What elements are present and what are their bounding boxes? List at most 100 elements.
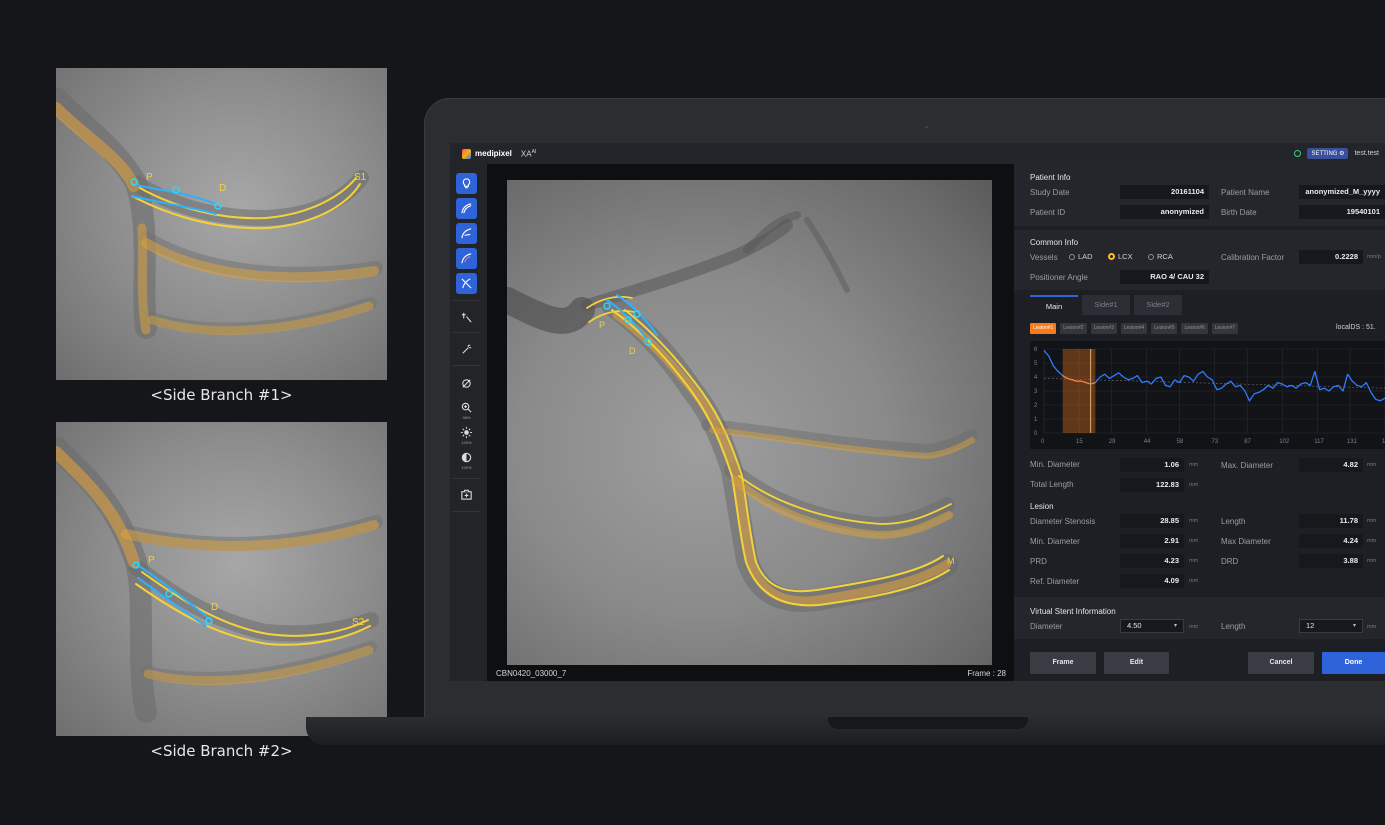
- stent-length-label: Length: [1221, 622, 1246, 631]
- chart-y-tick-label: 5: [1034, 361, 1038, 367]
- thumb1-label-p: P: [146, 172, 153, 183]
- vessel-radio-lad[interactable]: LAD: [1069, 252, 1093, 261]
- radio-icon: [1069, 253, 1075, 260]
- capture-tool[interactable]: [456, 484, 477, 505]
- tool-separator: [453, 332, 481, 333]
- viewer-label-p: P: [599, 320, 605, 330]
- chart-x-tick-label: 117: [1314, 439, 1324, 445]
- vessel-erase-tool[interactable]: [456, 273, 477, 294]
- camera-icon: ⌄: [923, 121, 930, 130]
- lesion-length-unit: mm: [1367, 518, 1377, 524]
- topbar-right: SETTING ⚙ test.test: [1294, 148, 1379, 159]
- lesion-min-diameter-label: Min. Diameter: [1030, 537, 1080, 546]
- chart-x-tick-label: 58: [1176, 439, 1183, 445]
- positioner-angle-value: RAO 4/ CAU 32: [1120, 270, 1209, 284]
- bulb-tool[interactable]: [456, 173, 477, 194]
- chart-y-tick-label: 6: [1034, 347, 1038, 353]
- patient-name-value: anonymized_M_yyyy: [1299, 185, 1385, 199]
- study-date-value: 20161104: [1120, 185, 1209, 199]
- lesion-max-diameter-unit: mm: [1367, 538, 1377, 544]
- chevron-down-icon: ▾: [1352, 623, 1356, 629]
- lesion-selector: Lesion#1 Lesion#2 Lesion#3 Lesion#4 Lesi…: [1030, 323, 1239, 334]
- prd-label: PRD: [1030, 557, 1047, 566]
- stent-length-select[interactable]: 12 ▾: [1299, 619, 1363, 633]
- max-diameter-value: 4.82: [1299, 458, 1363, 472]
- tool-separator: [453, 365, 481, 366]
- side-branch-1-caption: <Side Branch #1>: [150, 386, 293, 404]
- radio-icon: [1148, 253, 1154, 260]
- stent-length-unit: mm: [1367, 624, 1377, 630]
- stent-diameter-value: 4.50: [1127, 621, 1142, 630]
- lesion-chip-4[interactable]: Lesion#4: [1120, 323, 1148, 334]
- lesion-chip-6[interactable]: Lesion#6: [1181, 323, 1208, 334]
- total-length-unit: mm: [1189, 482, 1199, 488]
- calibration-unit: mm/p: [1367, 254, 1381, 260]
- angiogram-image[interactable]: P D M: [507, 180, 992, 665]
- angiography-viewer[interactable]: P D M CBN0420_03000_7 Frame : 28: [487, 164, 1014, 681]
- cancel-button[interactable]: Cancel: [1248, 652, 1314, 674]
- wand-tool[interactable]: [456, 339, 477, 360]
- zoom-percent: 98%: [462, 415, 471, 420]
- lesion-max-diameter-label: Max Diameter: [1221, 537, 1271, 546]
- user-name[interactable]: test.test: [1354, 150, 1379, 157]
- common-info-title: Common Info: [1030, 238, 1079, 247]
- lesion-chip-3[interactable]: Lesion#3: [1090, 323, 1117, 334]
- min-diameter-value: 1.06: [1120, 458, 1184, 472]
- zoom-icon: [461, 402, 472, 413]
- tab-side-1[interactable]: Side#1: [1082, 295, 1130, 315]
- vessel-radio-lcx[interactable]: LCX: [1108, 252, 1133, 261]
- done-button[interactable]: Done: [1322, 652, 1385, 674]
- wand-icon: [462, 344, 472, 354]
- brightness-percent: 100%: [461, 440, 472, 445]
- viewer-image-id: CBN0420_03000_7: [496, 669, 567, 678]
- diameter-stenosis-value: 28.85: [1120, 514, 1184, 528]
- vessel-edit-tool[interactable]: [456, 248, 477, 269]
- side-branch-2-image: P D S2: [56, 422, 387, 736]
- vessel-radio-rca-label: RCA: [1157, 252, 1173, 261]
- viewer-label-d: D: [629, 346, 636, 356]
- app-logo[interactable]: medipixel: [462, 148, 512, 159]
- lesion-chip-7[interactable]: Lesion#7: [1211, 323, 1239, 334]
- common-info-section: Common Info Vessels LAD LCX RCA Calibrat…: [1014, 230, 1385, 290]
- birth-date-value: 19540101: [1299, 205, 1385, 219]
- ref-diameter-value: 4.09: [1120, 574, 1184, 588]
- frame-button[interactable]: Frame: [1030, 652, 1096, 674]
- thumb1-label-end: S1: [354, 172, 367, 183]
- chart-y-tick-label: 1: [1034, 417, 1038, 423]
- pointer-magic-tool[interactable]: [456, 307, 477, 328]
- max-diameter-unit: mm: [1367, 462, 1377, 468]
- tab-main[interactable]: Main: [1030, 295, 1078, 315]
- prd-unit: mm: [1189, 558, 1199, 564]
- lesion-chip-5[interactable]: Lesion#5: [1151, 323, 1178, 334]
- analysis-panel: Patient Info Study Date 20161104 Patient…: [1014, 164, 1385, 681]
- setting-button[interactable]: SETTING ⚙: [1307, 148, 1349, 159]
- calibration-value: 0.2228: [1299, 250, 1363, 264]
- chart-x-tick-label: 0: [1041, 439, 1045, 445]
- vessel-branch-tool[interactable]: [456, 223, 477, 244]
- patient-info-title: Patient Info: [1030, 173, 1071, 182]
- chart-x-tick-label: 131: [1347, 439, 1358, 445]
- viewer-label-m: M: [947, 556, 955, 566]
- vessel-radio-rca[interactable]: RCA: [1148, 252, 1173, 261]
- drd-value: 3.88: [1299, 554, 1363, 568]
- lesion-chip-2[interactable]: Lesion#2: [1060, 323, 1087, 334]
- patient-name-label: Patient Name: [1221, 188, 1270, 197]
- stent-diameter-select[interactable]: 4.50 ▾: [1120, 619, 1184, 633]
- chart-x-tick-label: 15: [1076, 439, 1083, 445]
- tab-side-2[interactable]: Side#2: [1134, 295, 1182, 315]
- vessel-erase-icon: [461, 278, 472, 289]
- lesion-min-diameter-value: 2.91: [1120, 534, 1184, 548]
- showcase-stage: P D S1 <Side Branch #1> P D S2 <Side Bra…: [0, 0, 1385, 825]
- vessel-curve-icon: [461, 203, 472, 214]
- edit-button[interactable]: Edit: [1104, 652, 1169, 674]
- product-name: XAAI: [521, 149, 536, 159]
- tool-separator: [453, 300, 481, 301]
- chart-x-tick-label: 102: [1279, 439, 1290, 445]
- total-length-label: Total Length: [1030, 480, 1074, 489]
- hide-tool[interactable]: [456, 373, 477, 394]
- prd-value: 4.23: [1120, 554, 1184, 568]
- lesion-chip-1[interactable]: Lesion#1: [1030, 323, 1057, 334]
- viewer-frame-number: Frame : 28: [967, 669, 1006, 678]
- diameter-profile-chart[interactable]: 01234560152944587387102117131146: [1030, 341, 1385, 449]
- vessel-curve-tool[interactable]: [456, 198, 477, 219]
